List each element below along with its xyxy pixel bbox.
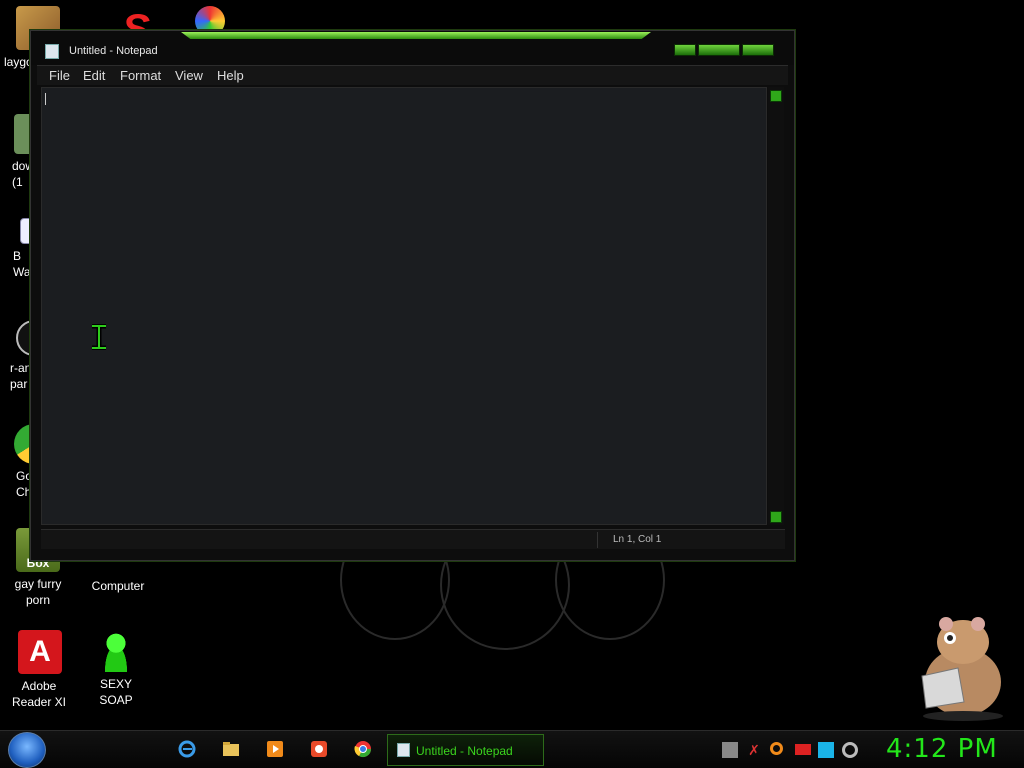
file-explorer-icon[interactable] — [221, 739, 241, 759]
text-caret — [45, 93, 46, 105]
minimize-button[interactable] — [674, 44, 696, 56]
taskbar: Untitled - Notepad ✗ 4:12 PM — [0, 730, 1024, 768]
menu-format[interactable]: Format — [120, 68, 161, 83]
text-editor-area[interactable] — [41, 87, 767, 525]
status-bar: Ln 1, Col 1 — [41, 529, 785, 549]
start-button[interactable] — [8, 732, 46, 768]
app-icon[interactable] — [309, 739, 329, 759]
menu-edit[interactable]: Edit — [83, 68, 105, 83]
tray-volume-icon[interactable] — [842, 742, 858, 758]
hamster-reading-icon — [921, 617, 1003, 721]
chrome-icon[interactable] — [353, 739, 373, 759]
desktop-icon-label: SEXY SOAP — [99, 677, 133, 707]
desktop-icon-label: Adobe Reader XI — [11, 679, 67, 709]
menu-help[interactable]: Help — [217, 68, 244, 83]
tray-flag-icon[interactable] — [795, 744, 811, 755]
desktop-icon-adobe-reader[interactable]: A Adobe Reader XI — [0, 630, 80, 710]
taskbar-button-label: Untitled - Notepad — [416, 744, 513, 758]
tray-network-icon[interactable] — [818, 742, 834, 758]
scroll-down-button[interactable] — [770, 511, 782, 523]
internet-explorer-icon[interactable] — [177, 739, 197, 759]
desktop-icon-label: Computer — [91, 579, 145, 593]
close-button[interactable] — [742, 44, 774, 56]
maximize-button[interactable] — [698, 44, 740, 56]
menu-view[interactable]: View — [175, 68, 203, 83]
window-titlebar[interactable]: Untitled - Notepad — [31, 31, 794, 65]
tray-tool-icon[interactable]: ✗ — [746, 742, 762, 758]
notepad-icon — [45, 44, 59, 59]
ibeam-cursor-icon — [92, 324, 106, 350]
cursor-position: Ln 1, Col 1 — [613, 534, 662, 545]
taskbar-clock[interactable]: 4:12 PM — [886, 734, 998, 764]
vertical-scrollbar[interactable] — [768, 87, 784, 525]
notepad-icon — [397, 743, 410, 757]
titlebar-accent — [181, 32, 651, 39]
tray-search-icon[interactable] — [770, 742, 783, 755]
menu-bar: File Edit Format View Help — [37, 65, 788, 85]
adobe-reader-icon: A — [18, 630, 62, 674]
menu-file[interactable]: File — [49, 68, 70, 83]
desktop-icon-sexy-soap[interactable]: SEXY SOAP — [76, 632, 156, 708]
status-separator — [597, 532, 598, 548]
window-title: Untitled - Notepad — [69, 45, 158, 57]
taskbar-button-notepad[interactable]: Untitled - Notepad — [387, 734, 544, 766]
media-player-icon[interactable] — [265, 739, 285, 759]
notepad-window[interactable]: Untitled - Notepad File Edit Format View… — [30, 30, 795, 561]
desktop-icon-label: gay furry porn — [14, 577, 62, 607]
scroll-up-button[interactable] — [770, 90, 782, 102]
green-user-icon — [99, 632, 133, 672]
tray-app-icon[interactable] — [722, 742, 738, 758]
desktop: laygo S dow (1 B Wa r-an par Go Ch Box g… — [0, 0, 1024, 730]
